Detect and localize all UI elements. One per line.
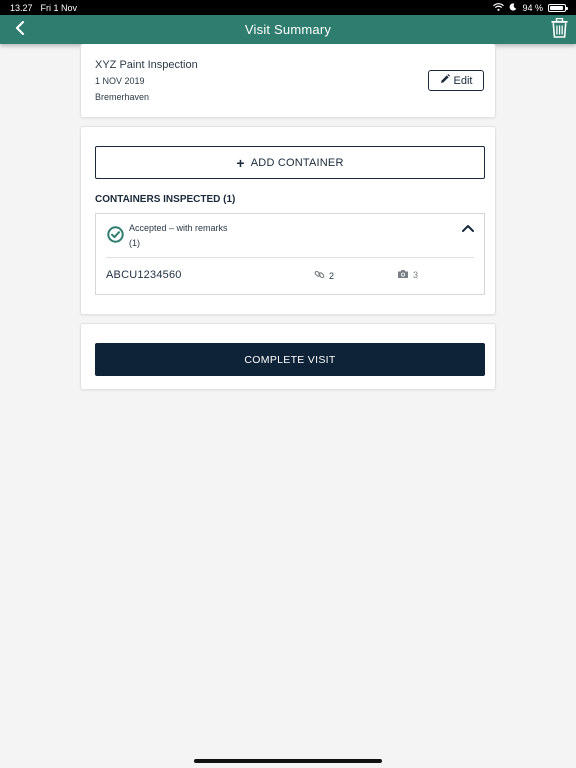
visit-location: Bremerhaven: [95, 92, 150, 102]
chevron-left-icon: [15, 20, 25, 40]
link-icon: [314, 269, 325, 282]
complete-visit-card: COMPLETE VISIT: [80, 323, 496, 390]
collapse-button[interactable]: [459, 220, 477, 236]
photo-count-group: 3: [397, 269, 418, 281]
container-row[interactable]: ABCU1234560 2 3: [106, 264, 474, 288]
battery-icon: [548, 3, 568, 12]
trash-icon: [551, 17, 568, 43]
container-id: ABCU1234560: [106, 269, 182, 281]
add-container-button[interactable]: + ADD CONTAINER: [95, 146, 485, 179]
inspection-status-label: Accepted – with remarks: [129, 223, 228, 233]
pencil-icon: [440, 74, 450, 87]
visit-date: 1 NOV 2019: [95, 76, 145, 86]
battery-percent: 94 %: [522, 2, 543, 13]
plus-icon: +: [236, 154, 245, 171]
inspection-status-count: (1): [129, 238, 140, 248]
status-time: 13.27: [10, 2, 33, 13]
page-title: Visit Summary: [244, 22, 332, 37]
visit-name: XYZ Paint Inspection: [95, 59, 198, 71]
containers-card: + ADD CONTAINER CONTAINERS INSPECTED (1)…: [80, 126, 496, 315]
status-date: Fri 1 Nov: [40, 2, 78, 13]
link-count: 2: [329, 270, 335, 281]
moon-icon: [509, 2, 517, 13]
divider: [106, 257, 474, 258]
status-bar: 13.27 Fri 1 Nov 94 %: [0, 0, 576, 15]
check-circle-icon: [107, 226, 124, 243]
edit-button[interactable]: Edit: [428, 70, 484, 91]
status-indicators: 94 %: [493, 2, 568, 13]
complete-visit-button[interactable]: COMPLETE VISIT: [95, 343, 485, 376]
camera-icon: [397, 269, 409, 281]
link-count-group: 2: [314, 269, 334, 282]
wifi-icon: [493, 2, 505, 13]
back-button[interactable]: [10, 19, 30, 41]
inspection-group: Accepted – with remarks (1) ABCU1234560 …: [95, 213, 485, 295]
photo-count: 3: [413, 270, 419, 280]
home-indicator: [194, 759, 382, 763]
add-container-label: ADD CONTAINER: [250, 156, 344, 169]
nav-bar: Visit Summary: [0, 15, 576, 44]
edit-label: Edit: [453, 74, 473, 87]
chevron-up-icon: [462, 219, 474, 237]
delete-visit-button[interactable]: [548, 17, 570, 43]
containers-section-title: CONTAINERS INSPECTED (1): [95, 194, 236, 205]
visit-info-card: XYZ Paint Inspection 1 NOV 2019 Bremerha…: [80, 44, 496, 118]
